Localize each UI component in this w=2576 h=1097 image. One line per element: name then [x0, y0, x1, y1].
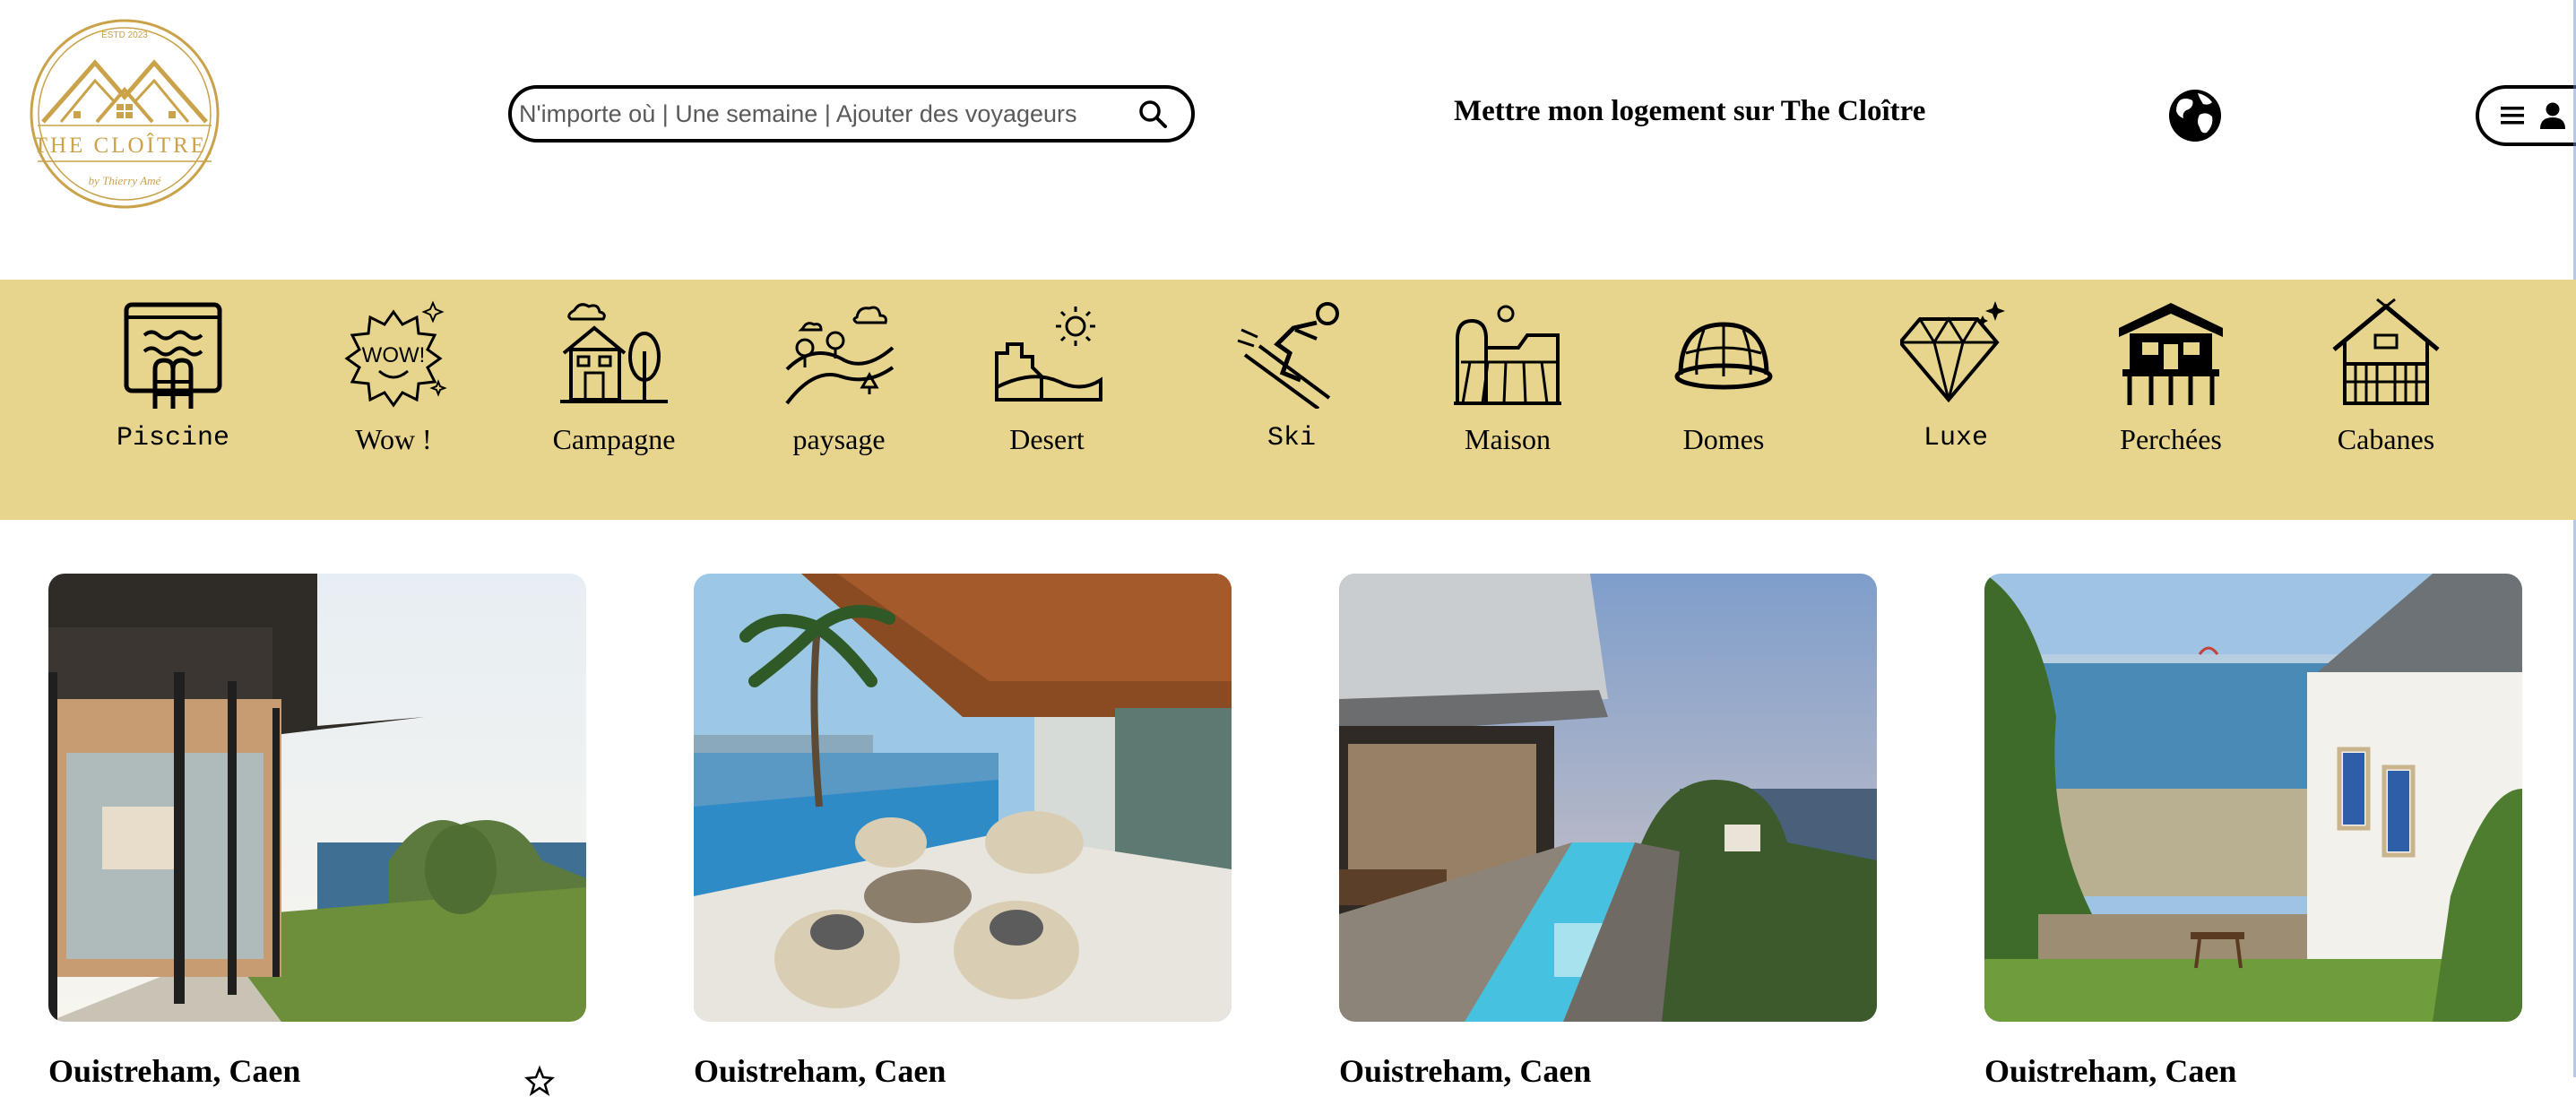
brand-name: THE CLOÎTRE,	[34, 133, 216, 158]
user-menu-button[interactable]	[2476, 85, 2576, 146]
dome-icon	[1674, 322, 1773, 390]
cabin-icon	[2332, 298, 2440, 405]
listing-card[interactable]: Ouistreham, Caen	[1339, 574, 1877, 1089]
listing-title[interactable]: Ouistreham, Caen	[1339, 1052, 1591, 1090]
category-label: Maison	[1465, 423, 1551, 455]
category-label: paysage	[792, 423, 886, 455]
stilt-house-icon	[2119, 303, 2223, 405]
category-campagne[interactable]: Campagne	[524, 298, 704, 456]
desert-icon	[995, 307, 1102, 402]
landscape-icon	[785, 306, 895, 405]
category-label: Cabanes	[2337, 423, 2435, 455]
farm-house-icon	[1454, 305, 1561, 405]
search-input[interactable]	[517, 99, 1137, 129]
category-label: Luxe	[1923, 423, 1988, 453]
search-icon[interactable]	[1137, 99, 1168, 129]
category-desert[interactable]: Desert	[957, 298, 1137, 456]
wow-icon: WOW!	[344, 300, 447, 408]
category-label: Piscine	[116, 423, 230, 453]
category-maison[interactable]: Maison	[1418, 298, 1597, 456]
category-paysage[interactable]: paysage	[749, 298, 929, 456]
svg-text:WOW!: WOW!	[362, 343, 426, 367]
listing-card[interactable]: Ouistreham, Caen	[1984, 574, 2522, 1089]
listing-photo[interactable]	[48, 574, 586, 1022]
star-icon[interactable]	[523, 1065, 556, 1097]
listing-card[interactable]: Ouistreham, Caen	[48, 574, 586, 1096]
category-perchees[interactable]: Perchées	[2081, 298, 2260, 456]
host-listing-link[interactable]: Mettre mon logement sur The Cloître	[1454, 95, 1925, 128]
diamond-icon	[1900, 301, 2005, 403]
category-label: Perchées	[2120, 423, 2222, 455]
category-bar: Piscine WOW! Wow ! Campagne paysage Dese…	[0, 280, 2576, 520]
search-bar[interactable]	[508, 85, 1195, 143]
listing-title[interactable]: Ouistreham, Caen	[1984, 1052, 2236, 1090]
brand-logo[interactable]: ESTD 2023 THE CLOÎTRE, by Thierry Amé	[16, 16, 233, 212]
listing-card[interactable]: Ouistreham, Caen	[694, 574, 1232, 1089]
listing-photo[interactable]	[1339, 574, 1877, 1022]
globe-icon[interactable]	[2167, 88, 2223, 143]
category-domes[interactable]: Domes	[1634, 298, 1813, 456]
listing-photo[interactable]	[694, 574, 1232, 1022]
category-luxe[interactable]: Luxe	[1866, 298, 2045, 453]
category-cabanes[interactable]: Cabanes	[2296, 298, 2476, 456]
category-label: Ski	[1266, 423, 1316, 453]
category-wow[interactable]: WOW! Wow !	[304, 298, 483, 456]
listing-photo[interactable]	[1984, 574, 2522, 1022]
category-ski[interactable]: Ski	[1202, 298, 1381, 453]
listing-title[interactable]: Ouistreham, Caen	[48, 1052, 300, 1090]
hamburger-icon	[2501, 107, 2524, 125]
category-label: Wow !	[355, 423, 432, 455]
category-label: Desert	[1009, 423, 1085, 455]
listing-title[interactable]: Ouistreham, Caen	[694, 1052, 946, 1090]
pool-icon	[124, 302, 222, 409]
category-label: Campagne	[552, 423, 676, 455]
countryside-house-icon	[560, 303, 668, 403]
brand-signature: by Thierry Amé	[89, 174, 162, 187]
brand-estd: ESTD 2023	[101, 30, 148, 40]
user-icon	[2540, 102, 2565, 129]
category-label: Domes	[1682, 423, 1765, 455]
category-piscine[interactable]: Piscine	[83, 298, 263, 453]
ski-icon	[1237, 302, 1339, 409]
